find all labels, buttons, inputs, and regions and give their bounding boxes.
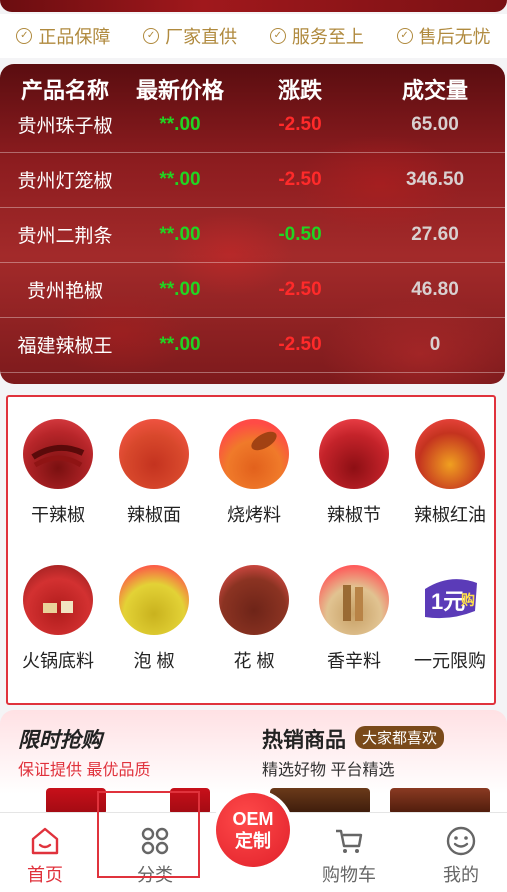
table-row[interactable]: 贵州二荆条 **.00 -0.50 27.60	[0, 207, 505, 263]
category-label: 花 椒	[233, 651, 275, 671]
guarantee-item: ✓ 服务至上	[269, 23, 364, 49]
tab-profile[interactable]: 我的	[416, 813, 506, 892]
smile-profile-icon	[446, 826, 476, 856]
category-bbq-seasoning[interactable]: 烧烤料	[206, 403, 302, 525]
pickled-pepper-icon	[119, 565, 189, 635]
header-product-name: 产品名称	[20, 78, 109, 103]
oem-sublabel: 定制	[235, 831, 271, 851]
oem-label: OEM	[232, 809, 274, 829]
dried-chili-icon	[23, 419, 93, 489]
product-change: -2.50	[278, 168, 322, 190]
bbq-seasoning-icon	[219, 419, 289, 489]
hot-products-title[interactable]: 热销商品	[262, 724, 346, 754]
one-yuan-badge-subtext: 购	[461, 592, 475, 608]
table-row[interactable]: 贵州艳椒 **.00 -2.50 46.80	[0, 262, 505, 318]
guarantee-label: 厂家直供	[165, 27, 238, 47]
header-latest-price: 最新价格	[135, 78, 224, 103]
check-circle-icon: ✓	[269, 28, 286, 44]
tab-label: 我的	[443, 865, 479, 885]
category-label: 泡 椒	[133, 651, 175, 671]
guarantee-item: ✓ 售后无忧	[396, 23, 491, 49]
product-volume: 65.00	[411, 114, 459, 135]
category-chili-segment[interactable]: 辣椒节	[306, 403, 402, 525]
guarantee-item: ✓ 厂家直供	[143, 23, 237, 49]
category-chili-powder[interactable]: 辣椒面	[106, 403, 202, 525]
category-label: 辣椒面	[127, 505, 181, 525]
product-volume: 27.60	[411, 223, 459, 245]
check-circle-icon: ✓	[143, 28, 160, 44]
product-change: -0.50	[278, 223, 322, 245]
product-volume: 346.50	[405, 168, 465, 190]
category-chili-oil[interactable]: 辣椒红油	[402, 403, 498, 525]
product-name: 贵州艳椒	[26, 281, 103, 302]
category-label: 香辛料	[327, 651, 381, 671]
category-hotpot-base[interactable]: 火锅底料	[10, 549, 106, 671]
hotpot-base-icon	[23, 565, 93, 635]
guarantee-bar: ✓ 正品保障 ✓ 厂家直供 ✓ 服务至上 ✓ 售后无忧	[0, 14, 507, 58]
category-dried-chili[interactable]: 干辣椒	[10, 403, 106, 525]
hot-product-thumbnail[interactable]	[390, 788, 490, 815]
table-row[interactable]: 贵州灯笼椒 **.00 -2.50 346.50	[0, 152, 505, 208]
oem-custom-button[interactable]: OEM 定制	[216, 793, 290, 867]
product-name: 贵州珠子椒	[17, 116, 113, 137]
chili-oil-icon	[415, 419, 485, 489]
tab-label: 购物车	[322, 865, 376, 885]
product-volume: 0	[429, 333, 441, 355]
product-volume: 46.80	[411, 278, 459, 300]
product-change: -2.50	[278, 278, 322, 300]
flash-sale-subtitle: 保证提供 最优品质	[18, 762, 151, 779]
guarantee-label: 正品保障	[38, 27, 111, 47]
top-banner	[0, 0, 507, 12]
chili-segment-icon	[319, 419, 389, 489]
product-price: **.00	[159, 114, 201, 135]
guarantee-label: 服务至上	[291, 27, 364, 47]
category-label: 干辣椒	[31, 505, 85, 525]
category-spices[interactable]: 香辛料	[306, 549, 402, 671]
check-circle-icon: ✓	[396, 28, 413, 44]
header-change: 涨跌	[277, 78, 322, 103]
hot-products-badge: 大家都喜欢	[355, 726, 445, 749]
category-label: 辣椒红油	[414, 505, 486, 525]
category-grid: 干辣椒 辣椒面 烧烤料 辣椒节 辣椒红油 火锅底料 泡 椒 花 椒 香辛料 1元…	[6, 395, 496, 705]
category-label: 一元限购	[414, 651, 486, 671]
product-price: **.00	[159, 278, 201, 300]
product-name: 贵州灯笼椒	[17, 171, 113, 192]
table-row[interactable]: 贵州珠子椒 **.00 -2.50 65.00	[0, 114, 505, 153]
one-yuan-badge-icon: 1元 购	[415, 565, 485, 635]
sichuan-pepper-icon	[219, 565, 289, 635]
product-price: **.00	[159, 168, 201, 190]
product-name: 贵州二荆条	[17, 226, 113, 247]
check-circle-icon: ✓	[16, 28, 33, 44]
market-rows: 贵州珠子椒 **.00 -2.50 65.00 贵州灯笼椒 **.00 -2.5…	[0, 114, 505, 384]
annotation-highlight-box	[97, 791, 200, 878]
chili-powder-icon	[119, 419, 189, 489]
category-sichuan-pepper[interactable]: 花 椒	[206, 549, 302, 671]
category-pickled-pepper[interactable]: 泡 椒	[106, 549, 202, 671]
tab-label: 首页	[27, 865, 63, 885]
hot-products-subtitle: 精选好物 平台精选	[262, 762, 395, 779]
guarantee-item: ✓ 正品保障	[16, 23, 110, 49]
product-change: -2.50	[278, 114, 322, 135]
tab-home[interactable]: 首页	[0, 813, 90, 892]
product-name: 福建辣椒王	[17, 336, 113, 357]
product-price: **.00	[159, 333, 201, 355]
flash-sale-title[interactable]: 限时抢购	[18, 724, 102, 754]
spices-icon	[319, 565, 389, 635]
category-label: 火锅底料	[22, 651, 94, 671]
price-market-board: 产品名称 最新价格 涨跌 成交量 贵州珠子椒 **.00 -2.50 65.00…	[0, 64, 505, 384]
header-volume: 成交量	[401, 78, 468, 103]
guarantee-label: 售后无忧	[418, 27, 491, 47]
category-label: 烧烤料	[227, 505, 281, 525]
tab-cart[interactable]: 购物车	[304, 813, 394, 892]
market-header: 产品名称 最新价格 涨跌 成交量	[0, 64, 505, 114]
table-row[interactable]: 福建辣椒王 **.00 -2.50 0	[0, 317, 505, 373]
product-change: -2.50	[278, 333, 322, 355]
cart-icon	[336, 829, 363, 853]
product-price: **.00	[159, 223, 201, 245]
category-label: 辣椒节	[327, 505, 381, 525]
home-icon	[31, 827, 59, 855]
category-one-yuan[interactable]: 1元 购 一元限购	[402, 549, 498, 671]
